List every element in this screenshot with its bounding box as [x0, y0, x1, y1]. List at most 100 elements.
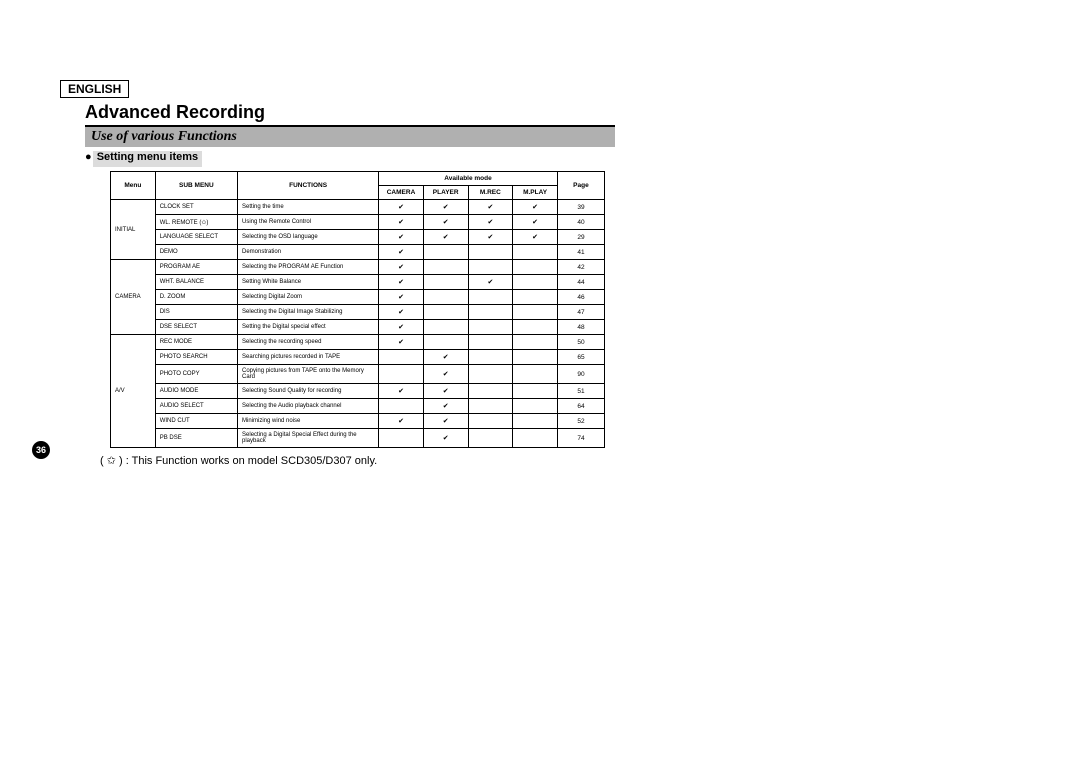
th-camera: CAMERA	[379, 186, 424, 200]
mode-cell: ✔	[379, 414, 424, 429]
submenu-cell: DIS	[155, 305, 237, 320]
mode-cell	[423, 305, 468, 320]
mode-cell: ✔	[423, 414, 468, 429]
footnote: ( ✩ ) : This Function works on model SCD…	[100, 454, 620, 467]
table-row: WHT. BALANCESetting White Balance✔✔44	[111, 275, 605, 290]
check-icon: ✔	[398, 324, 404, 331]
mode-cell	[379, 399, 424, 414]
check-icon: ✔	[398, 204, 404, 211]
function-cell: Minimizing wind noise	[238, 414, 379, 429]
mode-cell	[468, 260, 513, 275]
page-cell: 90	[557, 365, 604, 384]
submenu-cell: WL. REMOTE (✩)	[155, 215, 237, 230]
submenu-cell: CLOCK SET	[155, 200, 237, 215]
submenu-cell: REC MODE	[155, 335, 237, 350]
mode-cell: ✔	[468, 200, 513, 215]
submenu-cell: D. ZOOM	[155, 290, 237, 305]
mode-cell	[513, 290, 558, 305]
mode-cell: ✔	[513, 230, 558, 245]
check-icon: ✔	[398, 388, 404, 395]
mode-cell	[468, 320, 513, 335]
check-icon: ✔	[532, 234, 538, 241]
mode-cell: ✔	[423, 200, 468, 215]
table-row: WIND CUTMinimizing wind noise✔✔52	[111, 414, 605, 429]
table-row: PHOTO SEARCHSearching pictures recorded …	[111, 350, 605, 365]
submenu-cell: DSE SELECT	[155, 320, 237, 335]
mode-cell: ✔	[468, 230, 513, 245]
check-icon: ✔	[443, 234, 449, 241]
th-mplay: M.PLAY	[513, 186, 558, 200]
th-menu: Menu	[111, 172, 156, 200]
function-cell: Copying pictures from TAPE onto the Memo…	[238, 365, 379, 384]
mode-cell: ✔	[468, 275, 513, 290]
mode-cell: ✔	[379, 200, 424, 215]
mode-cell: ✔	[468, 215, 513, 230]
function-cell: Using the Remote Control	[238, 215, 379, 230]
function-cell: Setting the Digital special effect	[238, 320, 379, 335]
th-player: PLAYER	[423, 186, 468, 200]
mode-cell	[379, 429, 424, 448]
language-label: ENGLISH	[60, 80, 129, 98]
page-cell: 39	[557, 200, 604, 215]
table-row: D. ZOOMSelecting Digital Zoom✔46	[111, 290, 605, 305]
page-cell: 42	[557, 260, 604, 275]
check-icon: ✔	[532, 204, 538, 211]
table-row: A/VREC MODESelecting the recording speed…	[111, 335, 605, 350]
check-icon: ✔	[398, 219, 404, 226]
mode-cell: ✔	[513, 200, 558, 215]
check-icon: ✔	[443, 371, 449, 378]
mode-cell	[513, 305, 558, 320]
submenu-cell: PROGRAM AE	[155, 260, 237, 275]
check-icon: ✔	[398, 418, 404, 425]
check-icon: ✔	[443, 354, 449, 361]
page-cell: 65	[557, 350, 604, 365]
check-icon: ✔	[398, 249, 404, 256]
page-cell: 29	[557, 230, 604, 245]
mode-cell	[423, 245, 468, 260]
page-cell: 44	[557, 275, 604, 290]
check-icon: ✔	[443, 403, 449, 410]
page-cell: 41	[557, 245, 604, 260]
table-row: DEMODemonstration✔41	[111, 245, 605, 260]
mode-cell	[513, 399, 558, 414]
function-cell: Setting the time	[238, 200, 379, 215]
function-cell: Searching pictures recorded in TAPE	[238, 350, 379, 365]
function-cell: Selecting the Digital Image Stabilizing	[238, 305, 379, 320]
check-icon: ✔	[398, 309, 404, 316]
table-row: WL. REMOTE (✩)Using the Remote Control✔✔…	[111, 215, 605, 230]
table-row: PB DSESelecting a Digital Special Effect…	[111, 429, 605, 448]
submenu-cell: PB DSE	[155, 429, 237, 448]
table-row: INITIALCLOCK SETSetting the time✔✔✔✔39	[111, 200, 605, 215]
mode-cell	[513, 429, 558, 448]
mode-cell: ✔	[379, 290, 424, 305]
mode-cell: ✔	[423, 399, 468, 414]
function-cell: Selecting Sound Quality for recording	[238, 384, 379, 399]
page-cell: 48	[557, 320, 604, 335]
mode-cell	[513, 320, 558, 335]
page-cell: 74	[557, 429, 604, 448]
subtitle: Use of various Functions	[85, 127, 615, 147]
mode-cell	[468, 399, 513, 414]
submenu-cell: PHOTO COPY	[155, 365, 237, 384]
mode-cell	[513, 245, 558, 260]
mode-cell: ✔	[379, 320, 424, 335]
mode-cell	[468, 429, 513, 448]
check-icon: ✔	[443, 204, 449, 211]
mode-cell	[513, 350, 558, 365]
check-icon: ✔	[443, 388, 449, 395]
table-row: DISSelecting the Digital Image Stabilizi…	[111, 305, 605, 320]
table-row: AUDIO SELECTSelecting the Audio playback…	[111, 399, 605, 414]
menu-cell: CAMERA	[111, 260, 156, 335]
mode-cell: ✔	[423, 215, 468, 230]
mode-cell: ✔	[423, 365, 468, 384]
mode-cell	[468, 365, 513, 384]
function-cell: Setting White Balance	[238, 275, 379, 290]
th-mrec: M.REC	[468, 186, 513, 200]
mode-cell	[468, 414, 513, 429]
check-icon: ✔	[398, 264, 404, 271]
check-icon: ✔	[398, 339, 404, 346]
function-cell: Selecting a Digital Special Effect durin…	[238, 429, 379, 448]
mode-cell	[468, 305, 513, 320]
mode-cell	[513, 335, 558, 350]
table-row: PHOTO COPYCopying pictures from TAPE ont…	[111, 365, 605, 384]
